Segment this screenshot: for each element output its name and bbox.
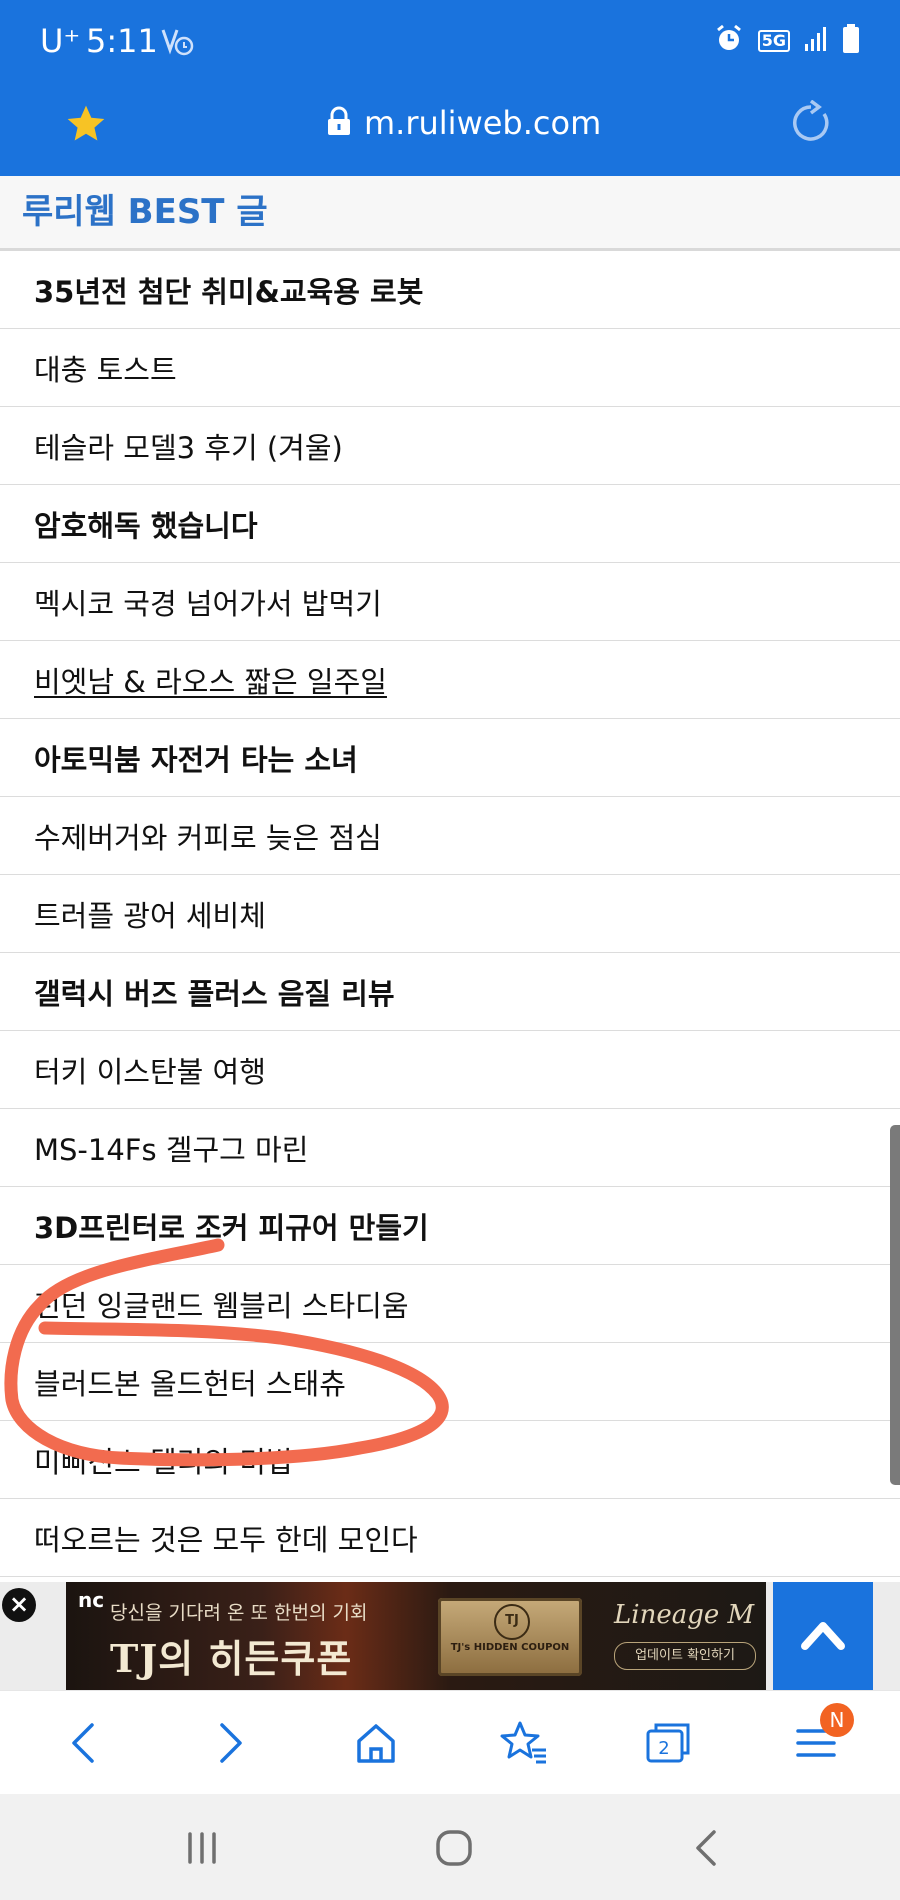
list-item[interactable]: 대충 토스트 (0, 329, 900, 407)
list-item[interactable]: 떠오르는 것은 모두 한데 모인다 (0, 1499, 900, 1577)
home-button[interactable] (346, 1713, 406, 1773)
list-item[interactable]: 멕시코 국경 넘어가서 밥먹기 (0, 563, 900, 641)
best-post-list: 35년전 첨단 취미&교육용 로봇대충 토스트테슬라 모델3 후기 (겨울) 암호… (0, 251, 900, 1577)
volte-icon (160, 26, 196, 62)
ad-subtitle: 당신을 기다려 온 또 한번의 기회 (110, 1602, 368, 1624)
status-bar: U⁺ 5:11 5G (0, 0, 900, 86)
ad-banner[interactable]: nc 당신을 기다려 온 또 한번의 기회 TJ의 히든쿠폰 TJ TJ's H… (66, 1582, 766, 1690)
section-header: 루리웹 BEST 글 (0, 176, 900, 251)
scrollbar-thumb[interactable] (890, 1125, 900, 1485)
ad-headline: TJ의 히든쿠폰 (110, 1636, 353, 1681)
battery-icon (842, 24, 860, 58)
ad-bar: × nc 당신을 기다려 온 또 한번의 기회 TJ의 히든쿠폰 TJ TJ's… (0, 1582, 900, 1690)
list-item[interactable]: MS-14Fs 겔구그 마린 (0, 1109, 900, 1187)
url-field[interactable]: m.ruliweb.com (326, 104, 601, 142)
chevron-up-icon (801, 1622, 845, 1650)
list-item[interactable]: 암호해독 했습니다 (0, 485, 900, 563)
list-item[interactable]: 블러드본 올드헌터 스태츄 (0, 1343, 900, 1421)
post-title: 35년전 첨단 취미&교육용 로봇 (34, 274, 424, 309)
forward-button[interactable] (200, 1713, 260, 1773)
post-title: 떠오르는 것은 모두 한데 모인다 (34, 1522, 418, 1557)
list-item[interactable]: 수제버거와 커피로 늦은 점심 (0, 797, 900, 875)
post-title: 아토믹붐 자전거 타는 소녀 (34, 742, 358, 777)
bookmarks-button[interactable] (494, 1713, 554, 1773)
favorite-star-icon[interactable] (64, 102, 114, 152)
post-title: 대충 토스트 (34, 352, 177, 387)
list-item[interactable]: 테슬라 모델3 후기 (겨울) (0, 407, 900, 485)
list-item[interactable]: 비엣남 & 라오스 짧은 일주일 (0, 641, 900, 719)
tab-count: 2 (658, 1738, 670, 1759)
network-5g-icon: 5G (757, 30, 790, 52)
chevron-right-icon (220, 1723, 242, 1763)
chevron-left-icon (72, 1723, 94, 1763)
menu-button[interactable]: N (786, 1703, 854, 1773)
post-title: 갤럭시 버즈 플러스 음질 리뷰 (34, 976, 395, 1011)
browser-toolbar: 2 N (0, 1690, 900, 1795)
ad-brand: nc (78, 1588, 105, 1612)
back-button[interactable] (54, 1713, 114, 1773)
section-title[interactable]: 루리웹 BEST 글 (22, 184, 268, 233)
list-item[interactable]: 트러플 광어 세비체 (0, 875, 900, 953)
post-title: 비엣남 & 라오스 짧은 일주일 (34, 664, 387, 699)
ad-coupon-text: TJ's HIDDEN COUPON (450, 1642, 570, 1653)
back-arrow-icon (696, 1830, 716, 1866)
post-title: 멕시코 국경 넘어가서 밥먹기 (34, 586, 382, 621)
post-title: 블러드본 올드헌터 스태츄 (34, 1366, 346, 1401)
url-bar: m.ruliweb.com (0, 86, 900, 176)
tabs-button[interactable]: 2 (638, 1713, 698, 1773)
menu-notification-badge: N (820, 1703, 854, 1737)
alarm-icon (714, 24, 744, 58)
post-title: 런던 잉글랜드 웸블리 스타디움 (34, 1288, 409, 1323)
lock-icon (326, 106, 352, 140)
list-item[interactable]: 미삐진스 델리의 미법 (0, 1421, 900, 1499)
post-title: 수제버거와 커피로 늦은 점심 (34, 820, 382, 855)
recents-icon (188, 1832, 216, 1864)
list-item[interactable]: 아토믹붐 자전거 타는 소녀 (0, 719, 900, 797)
list-item[interactable]: 터키 이스탄불 여행 (0, 1031, 900, 1109)
browser-header: U⁺ 5:11 5G m.ruliweb.com (0, 0, 900, 176)
star-list-icon (500, 1721, 546, 1764)
ad-cta: 업데이트 확인하기 (614, 1642, 756, 1670)
clock: 5:11 (86, 22, 158, 60)
ad-logo: Lineage M (614, 1600, 755, 1630)
post-title: 테슬라 모델3 후기 (겨울) (34, 430, 343, 465)
recents-button[interactable] (172, 1820, 232, 1876)
reload-icon[interactable] (788, 99, 838, 150)
post-title: 미삐진스 델리의 미법 (34, 1444, 293, 1479)
list-item[interactable]: 35년전 첨단 취미&교육용 로봇 (0, 251, 900, 329)
post-title: MS-14Fs 겔구그 마린 (34, 1132, 309, 1167)
home-nav-button[interactable] (424, 1820, 484, 1876)
ad-coupon-image: TJ TJ's HIDDEN COUPON (438, 1598, 582, 1676)
home-circle-icon (436, 1830, 472, 1866)
post-title: 3D프린터로 조커 피규어 만들기 (34, 1210, 429, 1245)
post-title: 터키 이스탄불 여행 (34, 1054, 266, 1089)
list-item[interactable]: 갤럭시 버즈 플러스 음질 리뷰 (0, 953, 900, 1031)
list-item[interactable]: 3D프린터로 조커 피규어 만들기 (0, 1187, 900, 1265)
scroll-top-button[interactable] (773, 1582, 873, 1690)
list-item[interactable]: 런던 잉글랜드 웸블리 스타디움 (0, 1265, 900, 1343)
post-title: 암호해독 했습니다 (34, 508, 258, 543)
ad-coupon-mark: TJ (494, 1604, 530, 1640)
ad-close-icon[interactable]: × (2, 1588, 36, 1622)
back-nav-button[interactable] (676, 1820, 736, 1876)
signal-icon (804, 26, 828, 56)
system-nav-bar (0, 1794, 900, 1900)
carrier-label: U⁺ (40, 22, 81, 60)
home-icon (357, 1724, 395, 1763)
post-title: 트러플 광어 세비체 (34, 898, 266, 933)
url-text: m.ruliweb.com (364, 104, 602, 142)
status-icons: 5G (714, 24, 860, 58)
